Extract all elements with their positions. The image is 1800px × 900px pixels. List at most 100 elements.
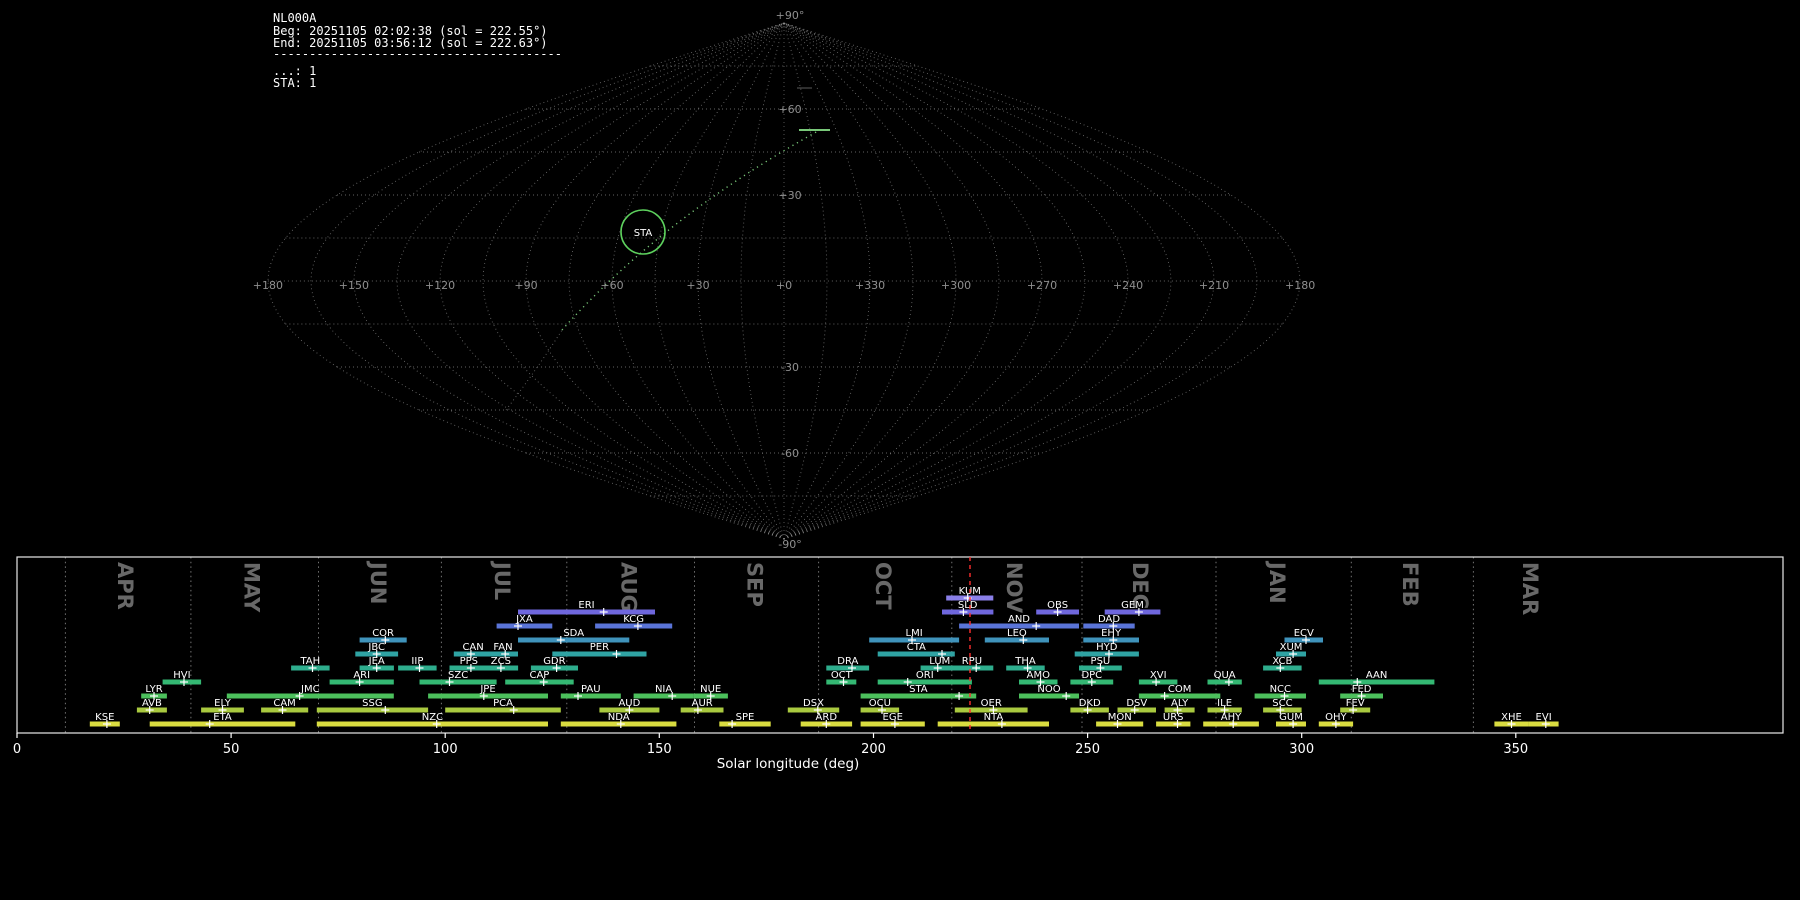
x-tick-label: 300 — [1289, 742, 1314, 757]
sky-lat-label: -60 — [781, 447, 799, 460]
x-tick-label: 200 — [861, 742, 886, 757]
shower-label: COM — [1168, 684, 1191, 695]
x-tick-label: 150 — [647, 742, 672, 757]
shower-label: LMI — [906, 628, 923, 639]
month-label: APR — [113, 562, 137, 610]
shower-label: STA — [909, 684, 928, 695]
shower-label: FEV — [1346, 698, 1365, 709]
shower-label: ERI — [578, 600, 594, 611]
shower-label: GDR — [543, 656, 565, 667]
shower-label: AHY — [1221, 712, 1242, 723]
month-label: FEB — [1398, 562, 1422, 607]
shower-label: MON — [1108, 712, 1132, 723]
shower-label: DSX — [803, 698, 824, 709]
separator-line: ---------------------------------------- — [273, 47, 562, 61]
shower-label: SLD — [958, 600, 978, 611]
sky-lon-label: +60 — [600, 279, 623, 292]
sky-lat-label: +90° — [776, 9, 805, 22]
shower-label: NCC — [1270, 684, 1291, 695]
shower-label: NZC — [422, 712, 443, 723]
shower-label: SDA — [563, 628, 584, 639]
shower-label: AND — [1008, 614, 1030, 625]
shower-label: XUM — [1280, 642, 1303, 653]
shower-label: HYD — [1096, 642, 1118, 653]
shower-label: OER — [981, 698, 1002, 709]
sky-lon-label: +150 — [339, 279, 369, 292]
shower-label: EVI — [1536, 712, 1552, 723]
shower-label: DKD — [1079, 698, 1101, 709]
month-label: OCT — [871, 562, 895, 610]
month-label: JUN — [366, 560, 390, 604]
shower-label: AVB — [142, 698, 162, 709]
month-label: SEP — [743, 562, 767, 607]
shower-label: IIP — [411, 656, 423, 667]
shower-label: CAM — [273, 698, 295, 709]
shower-label: SSG — [362, 698, 382, 709]
activity-timeline: APRMAYJUNJULAUGSEPOCTNOVDECJANFEBMARKUME… — [13, 557, 1783, 757]
sky-lon-label: +210 — [1199, 279, 1229, 292]
x-tick-label: 250 — [1075, 742, 1100, 757]
shower-label: FAN — [493, 642, 512, 653]
shower-label: NIA — [655, 684, 672, 695]
sky-lat-label: +60 — [778, 103, 801, 116]
shower-label: ARI — [353, 670, 370, 681]
sky-grid-meridian — [311, 23, 784, 539]
shower-label: PER — [590, 642, 609, 653]
sky-grid-meridian — [698, 23, 784, 539]
shower-label: PCA — [493, 698, 513, 709]
sta-count: STA: 1 — [273, 76, 316, 90]
shower-label: CTA — [907, 642, 926, 653]
shower-label: LEO — [1007, 628, 1027, 639]
x-tick-label: 100 — [433, 742, 458, 757]
sky-lon-label: +120 — [425, 279, 455, 292]
month-label: MAR — [1518, 562, 1542, 615]
sky-lon-label: +330 — [855, 279, 885, 292]
plot-canvas: STA+180+150+120+90+60+30+0+330+300+270+2… — [0, 0, 1800, 900]
shower-label: AUR — [692, 698, 713, 709]
shower-label: DAD — [1098, 614, 1120, 625]
radiant-drift-track — [562, 131, 818, 330]
shower-label: EHY — [1101, 628, 1122, 639]
sky-lat-label: -30 — [781, 361, 799, 374]
sky-lon-label: +180 — [253, 279, 283, 292]
shower-label: KCG — [623, 614, 644, 625]
sky-grid-meridian — [784, 23, 1042, 539]
sky-lat-label: +30 — [778, 189, 801, 202]
sky-lon-label: +240 — [1113, 279, 1143, 292]
shower-label: TAH — [299, 656, 320, 667]
shower-label: QUA — [1214, 670, 1236, 681]
month-label: AUG — [616, 562, 640, 612]
shower-label: ALY — [1171, 698, 1189, 709]
meteor-activity-plot: STA+180+150+120+90+60+30+0+330+300+270+2… — [0, 0, 1800, 900]
shower-label: RPU — [962, 656, 982, 667]
shower-label: OCU — [869, 698, 891, 709]
shower-label: SZC — [448, 670, 468, 681]
shower-label: NTA — [984, 712, 1004, 723]
sky-lon-label: +30 — [686, 279, 709, 292]
shower-label: CAP — [529, 670, 549, 681]
shower-label: JMC — [300, 684, 320, 695]
month-label: MAY — [240, 562, 264, 613]
shower-label: PPS — [460, 656, 478, 667]
shower-label: NOO — [1037, 684, 1060, 695]
sky-lat-label: -90° — [778, 538, 801, 551]
sky-lon-label: +180 — [1285, 279, 1315, 292]
shower-label: JPE — [479, 684, 495, 695]
info-panel: NL000A Beg: 20251105 02:02:38 (sol = 222… — [273, 11, 562, 90]
shower-label: KSE — [95, 712, 114, 723]
shower-label: AMO — [1027, 670, 1050, 681]
shower-label: PAU — [581, 684, 601, 695]
shower-label: DRA — [837, 656, 858, 667]
shower-label: CAN — [462, 642, 483, 653]
month-label: JUL — [490, 560, 514, 600]
x-axis-title: Solar longitude (deg) — [717, 756, 860, 772]
shower-label: NDA — [608, 712, 630, 723]
sky-map: STA+180+150+120+90+60+30+0+330+300+270+2… — [253, 9, 1315, 551]
month-label: JAN — [1265, 560, 1289, 604]
shower-label: ORI — [916, 670, 934, 681]
shower-label: SPE — [736, 712, 755, 723]
shower-label: GUM — [1279, 712, 1303, 723]
shower-label: COR — [372, 628, 394, 639]
shower-label: LUM — [929, 656, 950, 667]
shower-label: ETA — [213, 712, 232, 723]
